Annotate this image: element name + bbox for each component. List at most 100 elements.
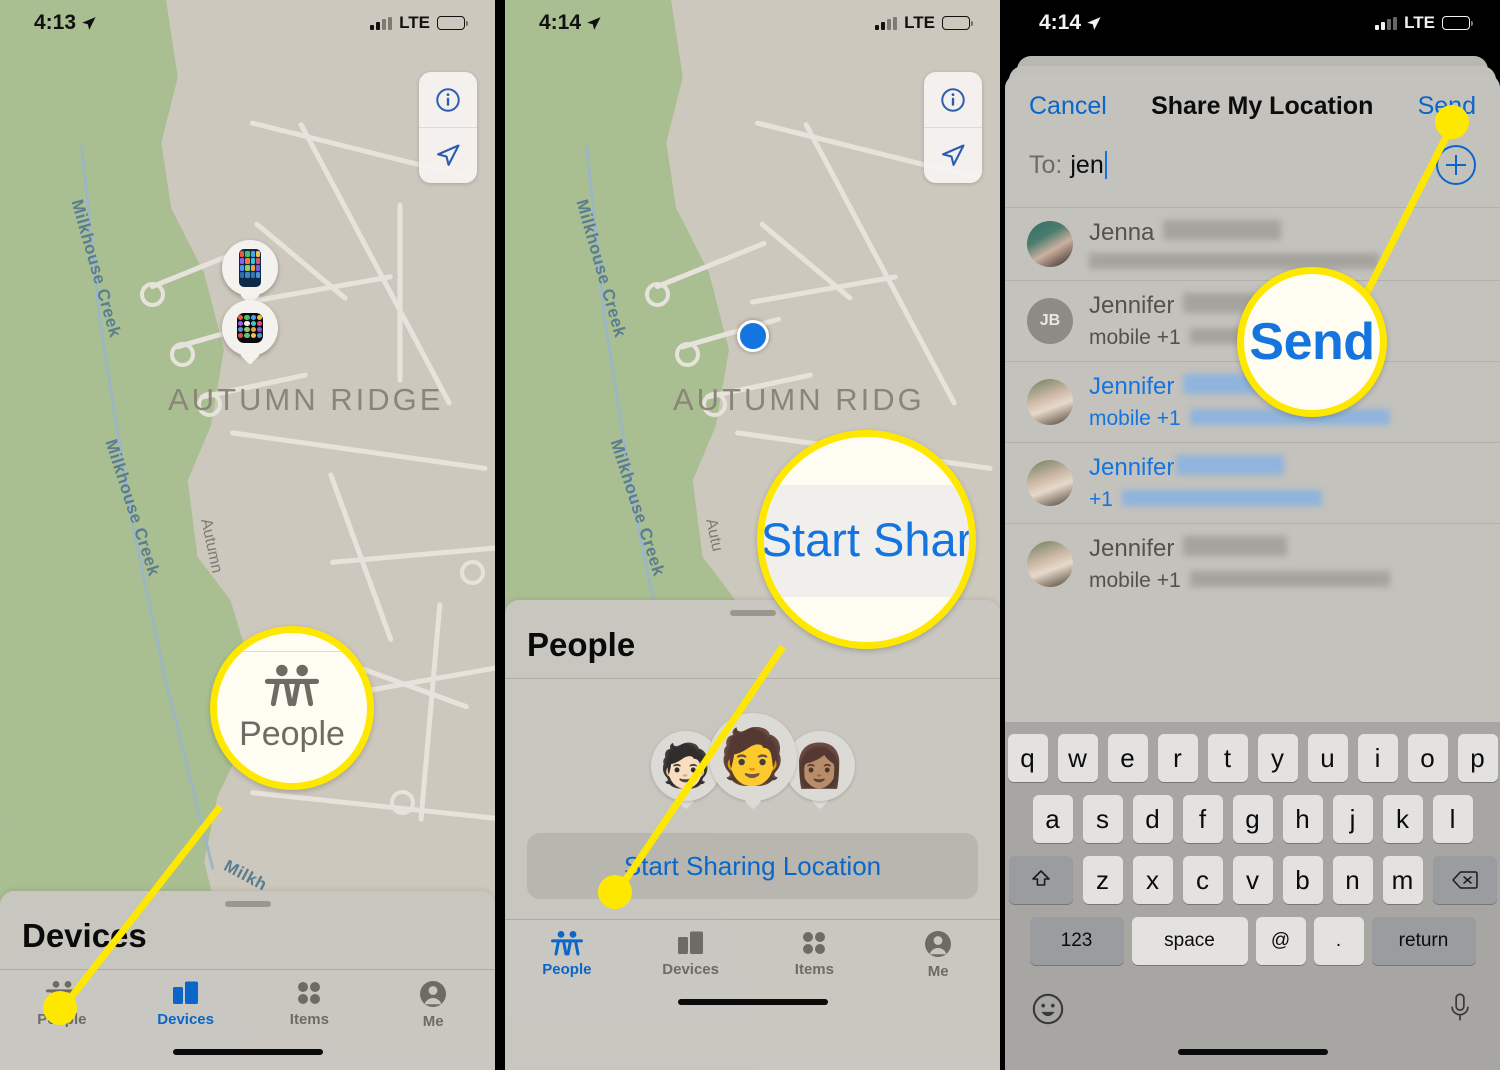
home-indicator — [505, 984, 1000, 1020]
keyboard-row-4: 123 space @ . return — [1005, 917, 1500, 965]
items-icon — [803, 932, 826, 954]
key-n[interactable]: n — [1332, 856, 1373, 904]
contact-number-redacted — [1121, 490, 1322, 506]
callout-dot — [598, 875, 632, 909]
contact-number-redacted — [1189, 571, 1390, 587]
to-input-value: jen — [1070, 150, 1104, 179]
signal-bars-icon — [875, 16, 898, 30]
key-b[interactable]: b — [1282, 856, 1323, 904]
memoji-avatar[interactable]: 🧑 — [708, 713, 797, 801]
text-caret — [1104, 150, 1107, 179]
tab-devices[interactable]: Devices — [629, 930, 753, 980]
home-indicator — [1005, 1034, 1500, 1070]
delete-icon — [1451, 871, 1478, 889]
key-g[interactable]: g — [1232, 795, 1273, 843]
key-s[interactable]: s — [1082, 795, 1123, 843]
key-f[interactable]: f — [1182, 795, 1223, 843]
numbers-key[interactable]: 123 — [1029, 917, 1124, 965]
tab-devices-label: Devices — [157, 1011, 214, 1028]
panel-find-my-devices: Milkhouse Creek Milkhouse Creek Milkh Au… — [0, 0, 495, 1070]
contact-detail: mobile +1 — [1089, 326, 1181, 349]
key-x[interactable]: x — [1132, 856, 1173, 904]
info-button[interactable] — [419, 72, 477, 127]
map-controls[interactable] — [419, 72, 477, 183]
tab-devices[interactable]: Devices — [124, 980, 248, 1030]
callout-dot — [43, 991, 77, 1025]
key-a[interactable]: a — [1032, 795, 1073, 843]
return-key[interactable]: return — [1371, 917, 1476, 965]
modal-title: Share My Location — [1151, 92, 1374, 120]
memoji-row[interactable]: 🧑🏻 🧑 👩🏽 — [505, 679, 1000, 811]
at-key[interactable]: @ — [1255, 917, 1306, 965]
list-item[interactable]: Jenna — [1005, 207, 1500, 280]
battery-icon — [942, 16, 973, 30]
list-item[interactable]: Jennifer mobile +1 — [1005, 523, 1500, 604]
key-j[interactable]: j — [1332, 795, 1373, 843]
emoji-icon[interactable] — [1031, 992, 1065, 1026]
key-e[interactable]: e — [1107, 734, 1148, 782]
tab-items[interactable]: Items — [753, 930, 877, 980]
tab-me[interactable]: Me — [876, 930, 1000, 980]
recenter-button[interactable] — [419, 127, 477, 183]
navigation-arrow-icon — [437, 143, 460, 166]
iphone-pin[interactable] — [222, 240, 278, 296]
devices-sheet[interactable]: Devices People Devices — [0, 891, 495, 1070]
magnifier-people-tab: People — [210, 626, 374, 790]
key-i[interactable]: i — [1357, 734, 1398, 782]
period-key[interactable]: . — [1313, 917, 1364, 965]
list-item[interactable]: Jennifer +1 — [1005, 442, 1500, 523]
to-label: To: — [1029, 150, 1063, 179]
magnifier-label: Send — [1249, 313, 1375, 371]
keyboard-row-1: q w e r t y u i o p — [1005, 734, 1500, 782]
contact-name: Jennifer — [1089, 292, 1175, 319]
magnifier-label: People — [239, 714, 345, 753]
tab-items[interactable]: Items — [248, 980, 372, 1030]
tab-me-label: Me — [927, 963, 949, 980]
key-u[interactable]: u — [1307, 734, 1348, 782]
on-screen-keyboard[interactable]: q w e r t y u i o p a s d f g h j k l z … — [1005, 722, 1500, 1070]
key-z[interactable]: z — [1082, 856, 1123, 904]
apple-watch-pin[interactable] — [222, 300, 278, 356]
key-m[interactable]: m — [1382, 856, 1423, 904]
carrier-label: LTE — [1404, 13, 1435, 32]
key-q[interactable]: q — [1007, 734, 1048, 782]
memoji-brown-hair: 🧑 — [718, 727, 787, 787]
key-y[interactable]: y — [1257, 734, 1298, 782]
map-controls[interactable] — [924, 72, 982, 183]
key-k[interactable]: k — [1382, 795, 1423, 843]
cancel-button[interactable]: Cancel — [1029, 92, 1107, 121]
key-d[interactable]: d — [1132, 795, 1173, 843]
space-key[interactable]: space — [1131, 917, 1248, 965]
key-v[interactable]: v — [1232, 856, 1273, 904]
key-p[interactable]: p — [1457, 734, 1498, 782]
key-l[interactable]: l — [1432, 795, 1473, 843]
tab-me[interactable]: Me — [371, 980, 495, 1030]
key-o[interactable]: o — [1407, 734, 1448, 782]
microphone-icon[interactable] — [1446, 992, 1474, 1026]
sheet-title: Devices — [22, 917, 147, 954]
contact-detail-redacted — [1089, 253, 1379, 269]
key-r[interactable]: r — [1157, 734, 1198, 782]
items-icon — [298, 982, 321, 1004]
key-c[interactable]: c — [1182, 856, 1223, 904]
info-button[interactable] — [924, 72, 982, 127]
start-sharing-location-button[interactable]: Start Sharing Location — [527, 833, 978, 899]
home-indicator — [0, 1034, 495, 1070]
map-area-label: AUTUMN RIDG — [673, 382, 925, 417]
shift-key[interactable] — [1008, 856, 1073, 904]
location-arrow-icon — [1087, 16, 1101, 30]
tab-bar[interactable]: People Devices Items — [505, 919, 1000, 984]
key-t[interactable]: t — [1207, 734, 1248, 782]
contact-detail: mobile +1 — [1089, 407, 1181, 430]
key-w[interactable]: w — [1057, 734, 1098, 782]
battery-icon — [437, 16, 468, 30]
to-input[interactable]: jen — [1070, 150, 1107, 180]
info-icon — [436, 87, 460, 112]
recenter-button[interactable] — [924, 127, 982, 183]
tab-people[interactable]: People — [505, 930, 629, 980]
people-sheet[interactable]: People 🧑🏻 🧑 👩🏽 Start Sharing Location Pe… — [505, 600, 1000, 1070]
delete-key[interactable] — [1432, 856, 1497, 904]
contact-lastname-redacted — [1183, 536, 1288, 556]
key-h[interactable]: h — [1282, 795, 1323, 843]
contact-name: Jennifer — [1089, 454, 1175, 481]
